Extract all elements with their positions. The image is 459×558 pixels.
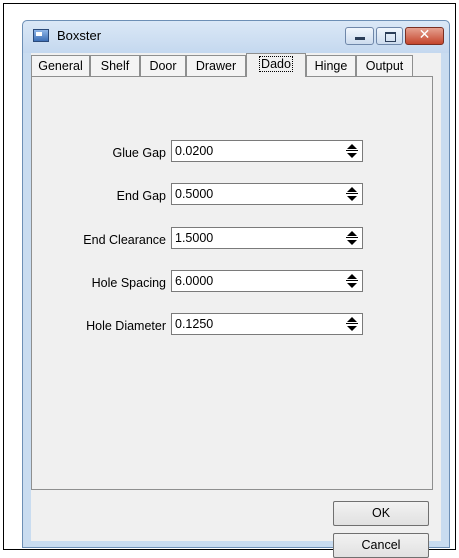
- spin-updown-icon[interactable]: [345, 230, 359, 246]
- tab-strip: General Shelf Door Drawer Dado Hinge Out…: [31, 53, 441, 77]
- hole-diameter-input[interactable]: [172, 314, 335, 334]
- hole-spacing-row: Hole Spacing: [32, 270, 432, 294]
- spin-updown-icon[interactable]: [345, 186, 359, 202]
- close-icon[interactable]: ✕: [405, 27, 444, 45]
- maximize-icon[interactable]: [376, 27, 403, 45]
- hole-diameter-label: Hole Diameter: [86, 319, 166, 333]
- end-clearance-field[interactable]: [171, 227, 363, 249]
- end-gap-label: End Gap: [116, 189, 166, 203]
- end-clearance-label: End Clearance: [83, 233, 166, 247]
- spin-down-icon[interactable]: [345, 151, 359, 159]
- ok-button[interactable]: OK: [333, 501, 429, 526]
- tab-door[interactable]: Door: [140, 55, 186, 76]
- tab-hinge[interactable]: Hinge: [306, 55, 356, 76]
- end-gap-row: End Gap: [32, 183, 432, 207]
- tab-general[interactable]: General: [31, 55, 90, 76]
- hole-diameter-row: Hole Diameter: [32, 313, 432, 337]
- end-gap-input[interactable]: [172, 184, 335, 204]
- end-gap-field[interactable]: [171, 183, 363, 205]
- spin-updown-icon[interactable]: [345, 273, 359, 289]
- window-title: Boxster: [57, 28, 102, 43]
- glue-gap-field[interactable]: [171, 140, 363, 162]
- dialog-client: General Shelf Door Drawer Dado Hinge Out…: [31, 53, 441, 558]
- hole-diameter-field[interactable]: [171, 313, 363, 335]
- spin-updown-icon[interactable]: [345, 143, 359, 159]
- app-window-icon: [33, 29, 49, 42]
- glue-gap-row: Glue Gap: [32, 140, 432, 164]
- glue-gap-label: Glue Gap: [112, 146, 166, 160]
- cancel-button[interactable]: Cancel: [333, 533, 429, 558]
- end-clearance-input[interactable]: [172, 228, 335, 248]
- hole-spacing-label: Hole Spacing: [91, 276, 166, 290]
- hole-spacing-field[interactable]: [171, 270, 363, 292]
- dado-panel: Glue Gap End Gap: [31, 76, 433, 490]
- title-bar[interactable]: Boxster ✕: [23, 21, 449, 53]
- spin-updown-icon[interactable]: [345, 316, 359, 332]
- tab-output[interactable]: Output: [356, 55, 413, 76]
- minimize-icon[interactable]: [345, 27, 374, 45]
- tab-drawer[interactable]: Drawer: [186, 55, 246, 76]
- spin-down-icon[interactable]: [345, 194, 359, 202]
- spin-down-icon[interactable]: [345, 324, 359, 332]
- tab-dado-label: Dado: [259, 56, 293, 72]
- hole-spacing-input[interactable]: [172, 271, 335, 291]
- spin-down-icon[interactable]: [345, 281, 359, 289]
- end-clearance-row: End Clearance: [32, 227, 432, 251]
- glue-gap-input[interactable]: [172, 141, 335, 161]
- dialog-window: Boxster ✕ General Shelf Door Drawer Dado…: [22, 20, 450, 558]
- spin-down-icon[interactable]: [345, 238, 359, 246]
- tab-dado[interactable]: Dado: [246, 53, 306, 77]
- tab-shelf[interactable]: Shelf: [90, 55, 140, 76]
